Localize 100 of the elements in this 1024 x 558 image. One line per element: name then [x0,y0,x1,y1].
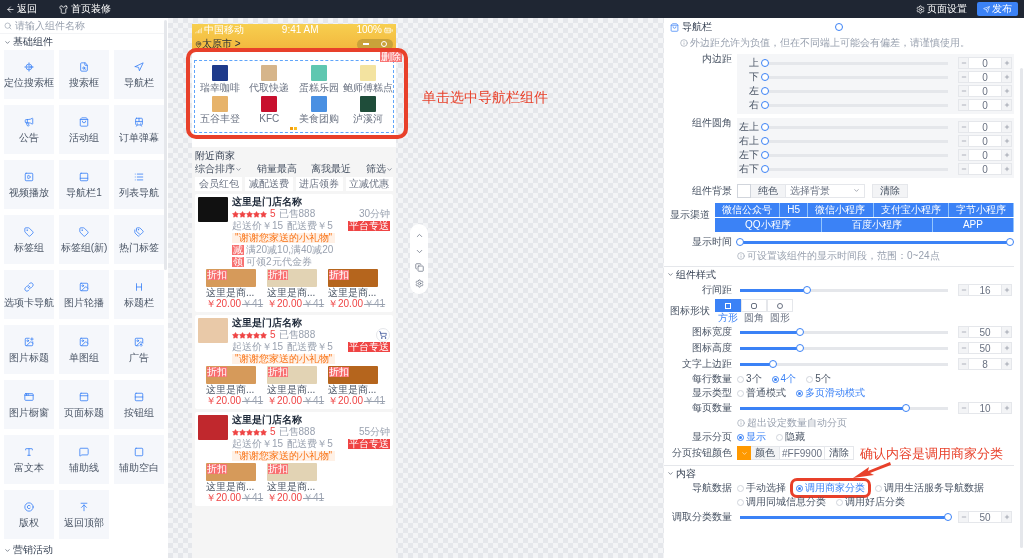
channel-segment[interactable]: 字节小程序 [948,203,1014,217]
settings-icon[interactable] [414,278,424,288]
component-tile[interactable]: 图片橱窗 [4,380,54,429]
radio-option[interactable]: 调用同城信息分类 [737,497,826,507]
component-tile[interactable]: 富文本 [4,435,54,484]
component-tile[interactable]: 版权 [4,490,54,539]
component-tile[interactable]: 活动组 [59,105,109,154]
plus-button[interactable] [1001,284,1012,296]
slider-thumb[interactable] [761,164,769,173]
filter-chip[interactable]: 会员红包 [195,177,243,191]
component-tile[interactable]: 热门标签 [114,215,164,264]
slider-thumb[interactable] [796,343,805,352]
plus-button[interactable] [1001,163,1012,175]
clear-button[interactable]: 清除 [872,183,908,198]
radio-option[interactable]: 普通模式 [737,388,786,398]
slider-thumb[interactable] [802,285,811,294]
mode-button[interactable]: 纯色 [751,183,785,198]
minus-button[interactable] [958,284,969,296]
radio-option[interactable]: 调用商家分类 [796,483,865,493]
filter-chip[interactable]: 立减优惠 [345,177,393,191]
component-tile[interactable]: 单图组 [59,325,109,374]
plus-button[interactable] [1001,358,1012,370]
component-tile[interactable]: 标题栏 [114,270,164,319]
sort-option[interactable]: 综合排序 [195,164,242,174]
minus-button[interactable] [958,71,969,83]
component-tile[interactable]: 搜索框 [59,50,109,99]
shape-option[interactable] [715,299,741,312]
section-header[interactable]: 营销活动 [0,542,164,558]
component-tile[interactable]: 页面标题 [59,380,109,429]
minus-button[interactable] [958,135,969,147]
slider-thumb[interactable] [835,23,843,31]
number-field[interactable]: 0 [969,163,1001,175]
copy-icon[interactable] [414,262,424,272]
nav-item-label[interactable]: 蛋糕乐园 [298,83,339,93]
component-tile[interactable]: 视频播放 [4,160,54,209]
nav-item-label[interactable]: 瑞幸咖啡 [199,83,240,93]
number-field[interactable]: 8 [969,358,1001,370]
caret-icon[interactable] [667,470,674,477]
component-tile[interactable]: 标签组(新) [59,215,109,264]
minus-button[interactable] [958,402,969,414]
minus-button[interactable] [958,121,969,133]
radio-option[interactable]: 多页滑动模式 [796,388,865,398]
component-tile[interactable]: 辅助空白 [114,435,164,484]
background-select[interactable]: 选择背景 [785,183,865,198]
component-tile[interactable]: 列表导航 [114,160,164,209]
channel-segment[interactable]: 支付宝小程序 [873,203,949,217]
plus-button[interactable] [1001,71,1012,83]
radio-option[interactable]: 调用好店分类 [836,497,905,507]
component-tile[interactable]: 图片轮播 [59,270,109,319]
radio-option[interactable]: 显示 [737,432,766,442]
nav-item-label[interactable]: 五谷丰登 [199,114,240,124]
slider-thumb[interactable] [761,58,769,67]
number-field[interactable]: 10 [969,402,1001,414]
capsule-menu-icon[interactable] [357,38,393,50]
slider-thumb[interactable] [761,136,769,145]
component-tile[interactable]: 按钮组 [114,380,164,429]
channel-segment[interactable]: H5 [780,203,809,217]
cart-button[interactable] [376,328,390,342]
plus-button[interactable] [1001,402,1012,414]
sort-option[interactable]: 销量最高 [256,164,297,174]
slider-thumb[interactable] [796,327,805,336]
channel-segment[interactable]: 微信公众号 [715,203,781,217]
component-tile[interactable]: 标签组 [4,215,54,264]
number-field[interactable]: 50 [969,511,1001,523]
number-field[interactable]: 0 [969,121,1001,133]
slider-thumb[interactable] [944,512,952,521]
channel-segment[interactable]: 百度小程序 [821,218,933,232]
number-field[interactable]: 0 [969,99,1001,111]
slider-thumb[interactable] [761,100,769,109]
component-tile[interactable]: 选项卡导航 [4,270,54,319]
component-tile[interactable]: 图片标题 [4,325,54,374]
filter-chip[interactable]: 进店领券 [295,177,343,191]
radio-option[interactable]: 手动选择 [737,483,786,493]
number-field[interactable]: 0 [969,85,1001,97]
sort-option[interactable]: 离我最近 [311,164,352,174]
plus-button[interactable] [1001,326,1012,338]
plus-button[interactable] [1001,342,1012,354]
radio-option[interactable]: 调用生活服务导航数据 [875,483,984,493]
component-tile[interactable]: 广告 [114,325,164,374]
publish-button[interactable]: 发布 [977,2,1018,16]
number-field[interactable]: 16 [969,284,1001,296]
number-field[interactable]: 50 [969,326,1001,338]
minus-button[interactable] [958,358,969,370]
slider-thumb[interactable] [1006,237,1014,246]
radio-option[interactable]: 隐藏 [776,432,805,442]
nav-item-label[interactable]: 鲍师傅糕点 [343,83,394,93]
minus-button[interactable] [958,326,969,338]
component-tile[interactable]: 公告 [4,105,54,154]
minus-button[interactable] [958,57,969,69]
minus-button[interactable] [958,511,969,523]
color-swatch[interactable] [737,446,751,460]
number-field[interactable]: 0 [969,135,1001,147]
minus-button[interactable] [958,99,969,111]
component-tile[interactable]: 导航栏 [114,50,164,99]
slider-thumb[interactable] [769,359,778,368]
number-field[interactable]: 50 [969,342,1001,354]
section-header[interactable]: 基础组件 [0,34,164,50]
slider-thumb[interactable] [761,72,769,81]
plus-button[interactable] [1001,135,1012,147]
number-field[interactable]: 0 [969,57,1001,69]
